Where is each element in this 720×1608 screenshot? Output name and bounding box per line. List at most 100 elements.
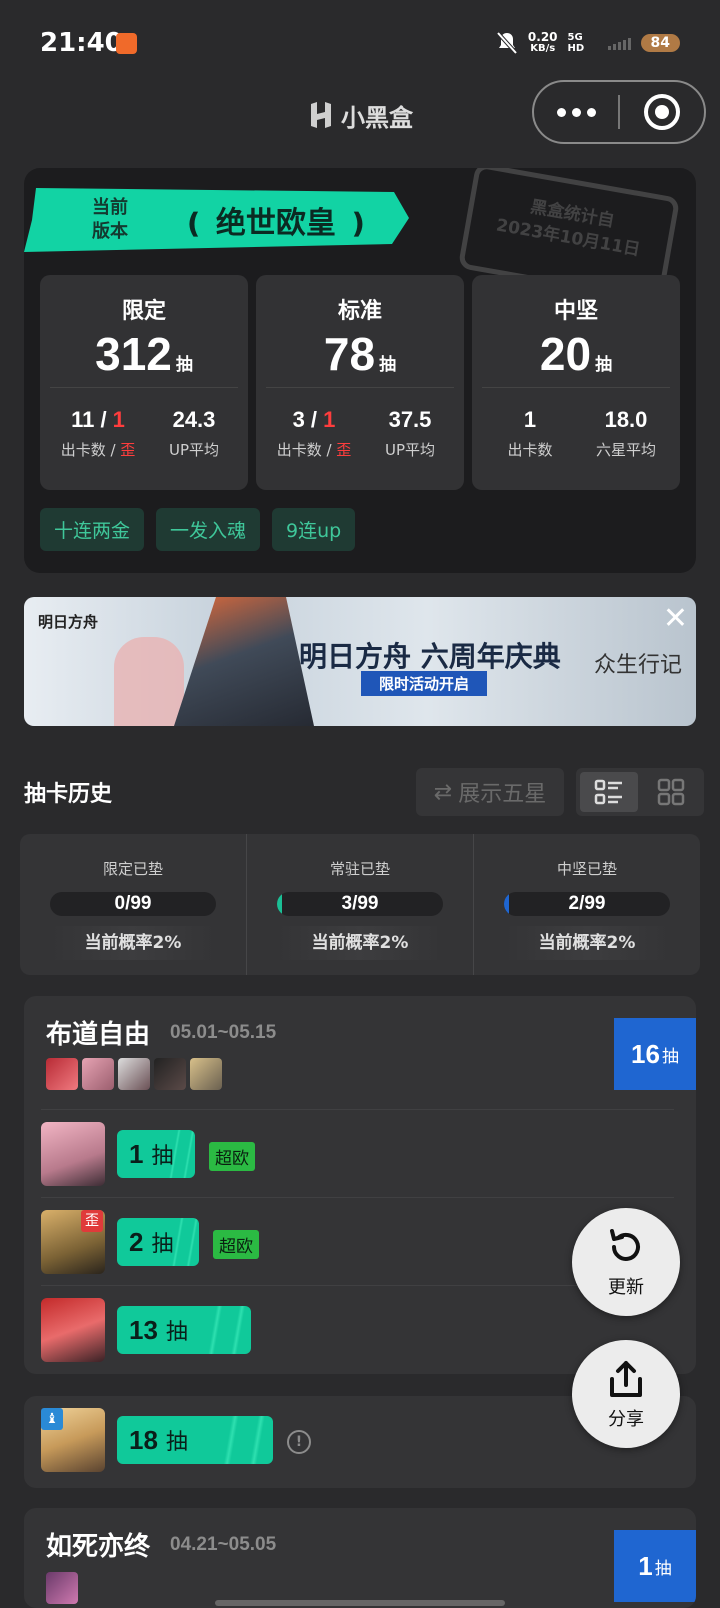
pull-count-bar: 18 抽 — [117, 1416, 273, 1464]
view-switcher — [576, 768, 704, 816]
pull-count-value: 2 — [129, 1226, 144, 1257]
stat-cards-label: 出卡数 / — [60, 441, 121, 459]
net-speed: 0.20 KB/s — [528, 31, 558, 55]
stat-total-value: 312 — [95, 328, 172, 380]
app-notification-icon — [116, 33, 137, 54]
stat-average-value: 24.3 — [172, 407, 216, 432]
miniapp-capsule — [532, 80, 706, 144]
refresh-button[interactable]: 更新 — [572, 1208, 680, 1316]
status-icons: 0.20 KB/s 5G HD 84 — [496, 28, 680, 58]
close-icon[interactable]: ✕ — [663, 601, 688, 636]
promo-art-main — [174, 597, 314, 726]
promo-title: 明日方舟 六周年庆典 — [299, 640, 561, 673]
character-avatar — [41, 1298, 105, 1362]
achievement-tag: 9连up — [272, 508, 356, 551]
pool-name: 布道自由 — [46, 1020, 151, 1050]
pull-count-unit: 抽 — [165, 1430, 188, 1455]
refresh-label: 更新 — [608, 1277, 644, 1298]
stat-divider — [50, 387, 238, 388]
stat-average-value: 18.0 — [604, 407, 648, 432]
list-view-icon — [594, 779, 622, 805]
rank-title: ❪ 绝世欧皇 ❫ — [182, 198, 370, 242]
version-label: 当前 版本 — [92, 196, 128, 244]
character-thumb — [154, 1058, 186, 1090]
luck-badge: 超欧 — [209, 1142, 255, 1171]
show-five-star-toggle[interactable]: ⇄ 展示五星 — [416, 768, 564, 816]
stat-average-value: 37.5 — [388, 407, 432, 432]
stat-average: 37.5 UP平均 — [366, 407, 454, 460]
stat-total: 312 抽 — [40, 327, 248, 381]
laurel-left-icon: ❪ — [182, 207, 206, 240]
stat-total-unit: 抽 — [595, 355, 613, 375]
achievement-tag: 一发入魂 — [156, 508, 261, 551]
stat-total-unit: 抽 — [379, 355, 397, 375]
stat-name: 中坚 — [553, 299, 598, 324]
pool-count-unit: 抽 — [654, 1558, 672, 1579]
pool-card[interactable]: 布道自由 05.01~05.15 16 抽 1抽 超欧 歪 2抽 超欧 13 抽 — [24, 996, 696, 1374]
stat-cards-label: 出卡数 — [507, 441, 553, 459]
promo-signature: 众生行记 — [594, 653, 683, 678]
net-speed-value: 0.20 — [527, 30, 558, 44]
stat-cards-value: 11 / — [71, 407, 113, 432]
stat-average-label: UP平均 — [168, 441, 220, 459]
character-thumb — [190, 1058, 222, 1090]
stat-average-label: UP平均 — [384, 441, 436, 459]
stat-total-unit: 抽 — [175, 355, 193, 375]
promo-banner[interactable]: 明日方舟 明日方舟 六周年庆典 限时活动开启 众生行记 ✕ — [24, 597, 696, 726]
more-menu-icon[interactable] — [534, 107, 618, 117]
pity-probability: 当前概率2% — [50, 926, 216, 960]
pool-count-unit: 抽 — [661, 1046, 679, 1067]
pity-progress-bar: 0/99 — [50, 892, 216, 916]
stat-average-label: 六星平均 — [595, 441, 656, 459]
stat-limited: 限定 312 抽 11 / 1 出卡数 / 歪 24.3 UP平均 — [40, 275, 248, 490]
pull-count-bar: 1抽 — [117, 1130, 195, 1178]
battery-level: 84 — [640, 34, 680, 52]
stat-cards-label: 出卡数 / — [276, 441, 337, 459]
pull-count-value: 13 — [129, 1314, 158, 1345]
stat-total: 20 抽 — [472, 327, 680, 381]
off-rate-badge: 歪 — [81, 1210, 103, 1232]
promo-art-character — [114, 637, 184, 726]
signal-icon — [607, 36, 631, 50]
stat-off-label: 歪 — [120, 441, 136, 459]
stat-cards: 1 出卡数 — [486, 407, 574, 460]
pool-characters — [46, 1572, 78, 1604]
history-title: 抽卡历史 — [24, 782, 113, 807]
character-avatar — [41, 1122, 105, 1186]
stat-cards: 11 / 1 出卡数 / 歪 — [54, 407, 142, 460]
achievement-tag: 十连两金 — [40, 508, 145, 551]
info-icon[interactable]: ! — [287, 1430, 311, 1454]
close-miniapp-icon[interactable] — [620, 94, 704, 130]
pull-count-unit: 抽 — [151, 1144, 174, 1169]
pity-label: 中坚已垫 — [556, 860, 617, 878]
stat-divider — [482, 387, 670, 388]
rank-title-text: 绝世欧皇 — [215, 206, 336, 241]
home-indicator[interactable] — [215, 1600, 505, 1606]
stat-total-value: 78 — [323, 328, 376, 380]
stat-name: 限定 — [121, 299, 166, 324]
pool-date: 04.21~05.05 — [170, 1534, 277, 1555]
character-thumb — [46, 1572, 78, 1604]
app-title: 小黑盒 — [341, 103, 413, 132]
pull-count-bar: 13 抽 — [117, 1306, 251, 1354]
pull-count-value: 1 — [129, 1138, 144, 1169]
pool-pull-count: 16 抽 — [614, 1018, 696, 1090]
pull-count-bar: 2抽 — [117, 1218, 199, 1266]
pity-label: 常驻已垫 — [329, 860, 390, 878]
stat-cards-value: 1 — [523, 407, 537, 432]
pool-name: 如死亦终 — [46, 1532, 151, 1562]
grid-view-button[interactable] — [642, 772, 700, 812]
stat-standard: 标准 78 抽 3 / 1 出卡数 / 歪 37.5 UP平均 — [256, 275, 464, 490]
pull-count-unit: 抽 — [151, 1232, 174, 1257]
heybox-logo-icon — [311, 102, 331, 128]
stat-off-value: 1 — [323, 407, 336, 432]
pity-label: 限定已垫 — [102, 860, 163, 878]
list-view-button[interactable] — [580, 772, 638, 812]
pull-row[interactable]: 13 抽 — [41, 1285, 674, 1373]
pool-card[interactable]: 如死亦终 04.21~05.05 1抽 — [24, 1508, 696, 1608]
pool-count-value: 1 — [638, 1550, 653, 1581]
pity-value: 2/99 — [568, 893, 606, 914]
share-button[interactable]: 分享 — [572, 1340, 680, 1448]
pull-count-unit: 抽 — [165, 1320, 188, 1345]
pull-row[interactable]: 1抽 超欧 — [41, 1109, 674, 1197]
